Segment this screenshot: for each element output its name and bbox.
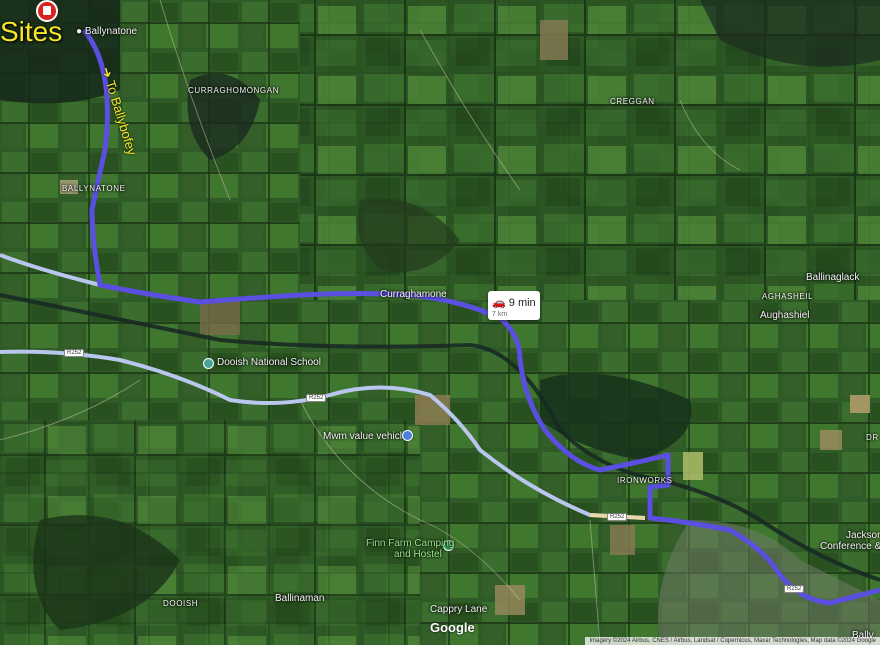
poi-mwm[interactable]: Mwm value vehicles (323, 431, 412, 442)
place-aghasheil: AGHASHEIL (762, 292, 814, 301)
poi-dooish-school[interactable]: Dooish National School (217, 357, 321, 368)
place-aughashiel[interactable]: Aughashiel (760, 310, 809, 321)
road-shield: R252 (64, 349, 85, 357)
poi-jackson-2[interactable]: Conference & Le (820, 541, 880, 552)
travel-distance: 7 km (492, 311, 508, 318)
place-dooish: DOOISH (163, 599, 199, 608)
place-ballinamon[interactable]: Ballinaman (275, 593, 324, 604)
place-creggan: CREGGAN (610, 97, 655, 106)
travel-time: 9 min (508, 297, 536, 309)
place-cappry-lane[interactable]: Cappry Lane (430, 604, 487, 615)
road-shield: R252 (784, 585, 805, 593)
map-view[interactable]: Sites ➜ To Ballybofey ● Ballynatone CURR… (0, 0, 880, 645)
place-ballynatone: BALLYNATONE (62, 184, 126, 193)
road-shield: R252 (306, 394, 327, 402)
travel-time-callout[interactable]: 🚗 9 min 7 km (488, 291, 540, 320)
place-ballinaglack[interactable]: Ballinaglack (806, 272, 859, 283)
shop-icon[interactable] (402, 430, 413, 441)
road-shield: R252 (607, 513, 628, 521)
place-ironworks: IRONWORKS (617, 476, 673, 485)
car-icon: 🚗 (492, 297, 506, 309)
google-logo: Google (430, 620, 475, 635)
sites-title: Sites (0, 16, 63, 47)
place-curraghomongan: CURRAGHOMONGAN (188, 86, 280, 95)
place-dot-icon: ● (76, 26, 83, 37)
map-attribution[interactable]: Imagery ©2024 Airbus, CNES / Airbus, Lan… (585, 637, 880, 645)
poi-finn-farm-1[interactable]: Finn Farm Camping (366, 538, 454, 549)
poi-finn-farm-2[interactable]: and Hostel (394, 549, 442, 560)
place-label: Ballynatone (84, 26, 138, 37)
place-ballynatone-top[interactable]: ● Ballynatone (76, 26, 137, 37)
place-dr: DR (866, 433, 879, 442)
poi-jackson-1[interactable]: Jackson's (846, 530, 880, 541)
school-icon[interactable] (203, 358, 214, 369)
place-curraghamone[interactable]: Curraghamone (380, 289, 447, 300)
